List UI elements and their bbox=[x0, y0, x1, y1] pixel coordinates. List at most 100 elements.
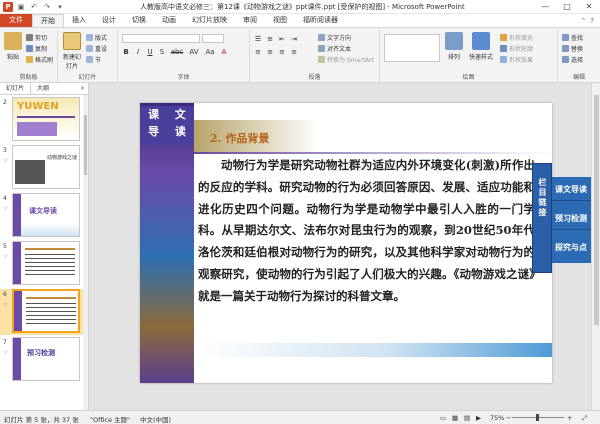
align-center-icon[interactable]: ≡ bbox=[266, 48, 274, 56]
fit-to-window-icon[interactable]: ⤢ bbox=[582, 414, 587, 423]
copy-button[interactable]: 复制 bbox=[26, 44, 47, 53]
reset-button[interactable]: 重设 bbox=[86, 44, 107, 53]
editing-group: 查找 替换 选择 编辑 bbox=[558, 30, 600, 82]
window-title: 人教版高中语文必修三：第12课《动物游戏之谜》ppt课件.ppt [受保护的视图… bbox=[140, 3, 465, 11]
shapes-gallery[interactable] bbox=[384, 34, 440, 62]
thumb-caption: 课文导读 bbox=[29, 207, 57, 215]
strikethrough-button[interactable]: abc bbox=[170, 48, 184, 56]
tab-slides[interactable]: 幻灯片 bbox=[0, 83, 32, 94]
font-name-combo[interactable] bbox=[122, 34, 200, 43]
shape-outline-button[interactable]: 形状轮廓 bbox=[500, 44, 533, 53]
scissors-icon bbox=[26, 34, 33, 41]
align-text-button[interactable]: 对齐文本 bbox=[318, 44, 351, 53]
tab-design[interactable]: 设计 bbox=[94, 14, 124, 27]
tab-home[interactable]: 开始 bbox=[32, 14, 64, 27]
powerpoint-logo-icon: P bbox=[3, 2, 13, 12]
list-buttons: ☰ ≡ ⇤ ⇥ bbox=[254, 35, 298, 43]
font-size-combo[interactable] bbox=[202, 34, 224, 43]
close-panel-icon[interactable]: × bbox=[80, 83, 85, 95]
format-painter-button[interactable]: 格式刷 bbox=[26, 55, 53, 64]
maximize-button[interactable]: □ bbox=[556, 0, 578, 14]
shape-fill-button[interactable]: 形状填充 bbox=[500, 33, 533, 42]
shape-effects-button[interactable]: 形状效果 bbox=[500, 55, 533, 64]
arrange-icon bbox=[445, 32, 463, 50]
text-direction-icon bbox=[318, 34, 325, 41]
tab-transitions[interactable]: 切换 bbox=[124, 14, 154, 27]
paste-button[interactable]: 粘贴 bbox=[4, 32, 22, 61]
justify-icon[interactable]: ≡ bbox=[290, 48, 298, 56]
increase-indent-icon[interactable]: ⇥ bbox=[290, 35, 298, 43]
help-icon[interactable]: ? bbox=[590, 17, 594, 25]
undo-icon[interactable]: ↶ bbox=[29, 2, 39, 12]
panel-scrollbar[interactable] bbox=[83, 95, 88, 410]
zoom-slider-handle[interactable] bbox=[536, 414, 539, 421]
customize-qat-icon[interactable]: ▾ bbox=[55, 2, 65, 12]
align-left-icon[interactable]: ≡ bbox=[254, 48, 262, 56]
align-buttons: ≡ ≡ ≡ ≡ bbox=[254, 48, 298, 56]
bullets-icon[interactable]: ☰ bbox=[254, 35, 262, 43]
thumb-caption: 预习检测 bbox=[27, 349, 55, 357]
smartart-button[interactable]: 转换为 SmartArt bbox=[318, 55, 374, 64]
reading-view-icon[interactable]: ▤ bbox=[464, 414, 470, 422]
find-button[interactable]: 查找 bbox=[562, 33, 583, 42]
tab-insert[interactable]: 插入 bbox=[64, 14, 94, 27]
align-right-icon[interactable]: ≡ bbox=[278, 48, 286, 56]
zoom-out-icon[interactable]: − bbox=[506, 414, 511, 422]
brush-icon bbox=[26, 56, 33, 63]
font-color-button[interactable]: A bbox=[220, 48, 228, 56]
minimize-ribbon-icon[interactable]: ⌃ bbox=[580, 17, 586, 25]
title-bar: P ▣ ↶ ↷ ▾ 人教版高中语文必修三：第12课《动物游戏之谜》ppt课件.p… bbox=[0, 0, 600, 14]
arrange-button[interactable]: 排列 bbox=[444, 32, 464, 61]
cut-button[interactable]: 剪切 bbox=[26, 33, 47, 42]
slide-thumbnail-3[interactable]: 3 ☆ 动物游戏之谜 bbox=[0, 145, 84, 191]
zoom-level[interactable]: 75% bbox=[490, 414, 504, 422]
tab-file[interactable]: 文件 bbox=[0, 14, 32, 27]
tab-view[interactable]: 视图 bbox=[265, 14, 295, 27]
slide-thumbnail-2[interactable]: 2 YUWEN bbox=[0, 97, 84, 143]
change-case-button[interactable]: Aa bbox=[204, 48, 216, 56]
slide-sorter-icon[interactable]: ▦ bbox=[452, 414, 458, 422]
column-links-tab[interactable]: 栏目链接 bbox=[532, 163, 552, 273]
animation-star-icon: ☆ bbox=[3, 253, 9, 260]
normal-view-icon[interactable]: ▭ bbox=[440, 414, 446, 422]
animation-star-icon: ☆ bbox=[3, 205, 9, 212]
new-slide-button[interactable]: 新建幻灯片 bbox=[61, 32, 83, 70]
close-button[interactable]: ✕ bbox=[578, 0, 600, 14]
slide-body-text: 动物行为学是研究动物社群为适应内外环境变化(刺激)所作出的反应的学科。研究动物的… bbox=[198, 158, 535, 303]
ribbon-tabs: 文件 开始 插入 设计 切换 动画 幻灯片放映 审阅 视图 福昕阅读器 ⌃ ? bbox=[0, 14, 600, 27]
decrease-indent-icon[interactable]: ⇤ bbox=[278, 35, 286, 43]
editor-scrollbar[interactable] bbox=[591, 83, 600, 410]
shadow-button[interactable]: S bbox=[158, 48, 166, 56]
select-button[interactable]: 选择 bbox=[562, 55, 583, 64]
slide-editor: 课 文 导 读 2. 作品背景 动物行为学是研究动物社群为适应内外环境变化(刺激… bbox=[89, 83, 600, 410]
outline-icon bbox=[500, 45, 507, 52]
section-button[interactable]: 节 bbox=[86, 55, 101, 64]
bold-button[interactable]: B bbox=[122, 48, 130, 56]
redo-icon[interactable]: ↷ bbox=[42, 2, 52, 12]
tab-slideshow[interactable]: 幻灯片放映 bbox=[184, 14, 235, 27]
slide-thumbnail-7[interactable]: 7 ☆ 预习检测 bbox=[0, 337, 84, 383]
tab-animations[interactable]: 动画 bbox=[154, 14, 184, 27]
slide-thumbnail-5[interactable]: 5 ☆ bbox=[0, 241, 84, 287]
underline-button[interactable]: U bbox=[146, 48, 154, 56]
bottom-band bbox=[194, 343, 552, 357]
text-direction-button[interactable]: 文字方向 bbox=[318, 33, 351, 42]
char-spacing-button[interactable]: AV bbox=[188, 48, 200, 56]
layout-button[interactable]: 版式 bbox=[86, 33, 107, 42]
replace-button[interactable]: 替换 bbox=[562, 44, 583, 53]
paste-icon bbox=[4, 32, 22, 50]
tab-review[interactable]: 审阅 bbox=[235, 14, 265, 27]
language-indicator[interactable]: 中文(中国) bbox=[140, 414, 171, 424]
italic-button[interactable]: I bbox=[134, 48, 142, 56]
tab-foxit[interactable]: 福昕阅读器 bbox=[295, 14, 346, 27]
slide-thumbnail-6[interactable]: 6 ☆ bbox=[0, 289, 84, 335]
tab-outline[interactable]: 大纲 bbox=[31, 83, 55, 94]
slideshow-icon[interactable]: ▶ bbox=[476, 414, 481, 422]
quick-styles-icon bbox=[472, 32, 490, 50]
numbering-icon[interactable]: ≡ bbox=[266, 35, 274, 43]
save-icon[interactable]: ▣ bbox=[16, 2, 26, 12]
slide-thumbnail-4[interactable]: 4 ☆ 课文导读 bbox=[0, 193, 84, 239]
zoom-in-icon[interactable]: + bbox=[567, 414, 572, 422]
minimize-button[interactable]: — bbox=[534, 0, 556, 14]
quick-styles-button[interactable]: 快速样式 bbox=[468, 32, 494, 61]
